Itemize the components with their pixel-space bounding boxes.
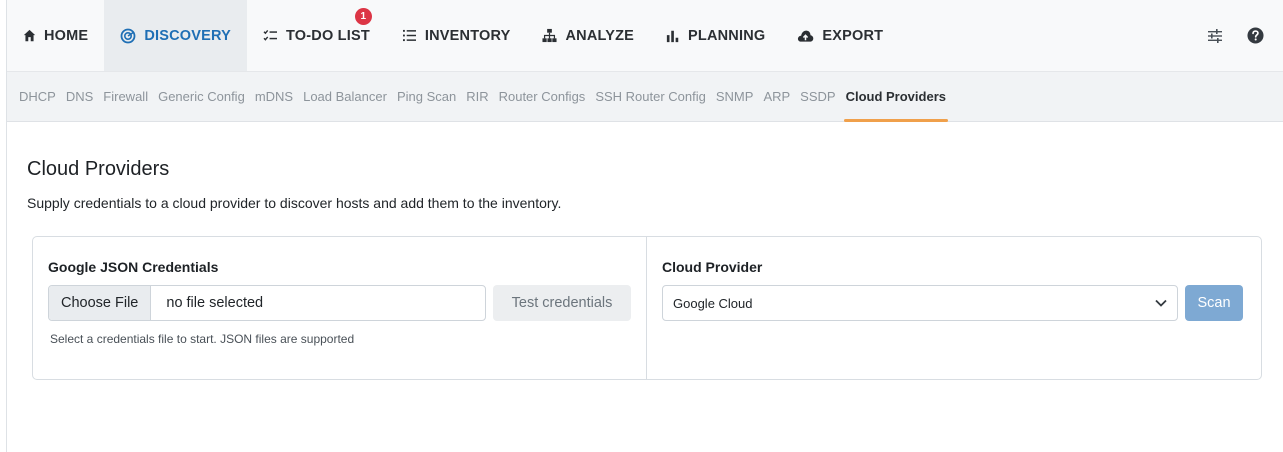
subnav-generic-config[interactable]: Generic Config [158, 72, 245, 122]
help-button[interactable] [1235, 0, 1275, 71]
nav-discovery-label: DISCOVERY [144, 27, 231, 44]
nav-export[interactable]: EXPORT [781, 0, 899, 71]
subnav-load-balancer[interactable]: Load Balancer [303, 72, 387, 122]
discovery-subnav: DHCP DNS Firewall Generic Config mDNS Lo… [7, 72, 1283, 122]
chevron-down-icon [1155, 299, 1167, 307]
subnav-ping-scan[interactable]: Ping Scan [397, 72, 456, 122]
credentials-help-text: Select a credentials file to start. JSON… [50, 332, 355, 346]
subnav-ssh-router-config[interactable]: SSH Router Config [595, 72, 706, 122]
bar-chart-icon [666, 30, 679, 42]
cloud-provider-select[interactable]: Google Cloud [662, 285, 1178, 321]
subnav-mdns[interactable]: mDNS [255, 72, 293, 122]
todo-count-badge: 1 [354, 8, 372, 25]
provider-row: Google Cloud Scan [662, 285, 1246, 321]
credentials-section: Google JSON Credentials Choose File no f… [33, 237, 647, 379]
subnav-dns[interactable]: DNS [66, 72, 93, 122]
nav-analyze-label: ANALYZE [565, 27, 635, 44]
top-nav: HOME DISCOVERY TO-DO LIST 1 INVENTORY AN… [7, 0, 1283, 72]
provider-label: Cloud Provider [662, 259, 763, 275]
subnav-cloud-providers[interactable]: Cloud Providers [843, 72, 949, 122]
checklist-icon [263, 29, 277, 41]
home-icon [23, 29, 36, 42]
main-content: Cloud Providers Supply credentials to a … [27, 122, 1262, 380]
cloud-provider-card: Google JSON Credentials Choose File no f… [32, 236, 1262, 380]
nav-todo-label: TO-DO LIST [285, 27, 370, 44]
nav-export-label: EXPORT [822, 27, 884, 44]
network-icon [542, 28, 558, 43]
nav-discovery[interactable]: DISCOVERY [104, 0, 247, 71]
nav-analyze[interactable]: ANALYZE [526, 0, 650, 71]
subnav-snmp[interactable]: SNMP [716, 72, 754, 122]
subnav-dhcp[interactable]: DHCP [19, 72, 56, 122]
page-title: Cloud Providers [27, 158, 170, 180]
cloud-provider-selected: Google Cloud [673, 295, 753, 311]
help-icon [1246, 27, 1264, 44]
credentials-label: Google JSON Credentials [48, 259, 219, 275]
nav-home[interactable]: HOME [7, 0, 104, 71]
nav-todo[interactable]: TO-DO LIST 1 [247, 0, 386, 71]
subnav-firewall[interactable]: Firewall [103, 72, 148, 122]
radar-icon [120, 28, 136, 43]
choose-file-button[interactable]: Choose File [49, 286, 152, 320]
scan-button[interactable]: Scan [1185, 285, 1243, 321]
subnav-router-configs[interactable]: Router Configs [499, 72, 586, 122]
file-row: Choose File no file selected Test creden… [48, 285, 631, 321]
provider-section: Cloud Provider Google Cloud Scan [647, 237, 1261, 379]
selected-file-name: no file selected [166, 295, 264, 311]
sliders-icon [1208, 28, 1222, 43]
subnav-ssdp[interactable]: SSDP [800, 72, 835, 122]
cloud-upload-icon [798, 30, 814, 42]
page-description: Supply credentials to a cloud provider t… [27, 195, 562, 211]
nav-planning[interactable]: PLANNING [650, 0, 781, 71]
nav-inventory[interactable]: INVENTORY [386, 0, 527, 71]
subnav-arp[interactable]: ARP [763, 72, 790, 122]
app-frame: HOME DISCOVERY TO-DO LIST 1 INVENTORY AN… [6, 0, 1283, 452]
test-credentials-button[interactable]: Test credentials [493, 285, 631, 321]
nav-inventory-label: INVENTORY [424, 27, 511, 44]
subnav-rir[interactable]: RIR [466, 72, 488, 122]
credentials-file-input[interactable]: Choose File no file selected [48, 285, 486, 321]
nav-planning-label: PLANNING [688, 27, 766, 44]
settings-sliders-button[interactable] [1195, 0, 1235, 71]
list-icon [402, 29, 416, 42]
nav-home-label: HOME [44, 27, 89, 44]
